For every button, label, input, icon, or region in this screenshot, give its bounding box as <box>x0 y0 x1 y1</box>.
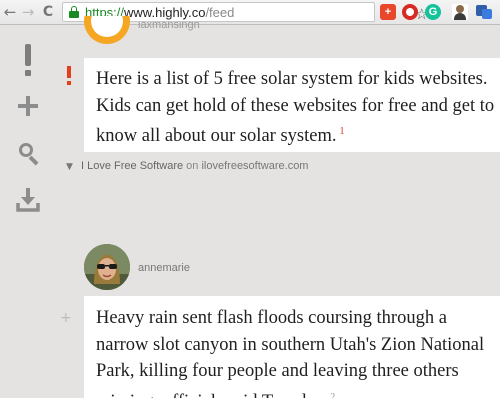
source-line: ▼ I Love Free Software on ilovefreesoftwa… <box>66 160 308 172</box>
url-host: www.highly.co <box>124 5 206 20</box>
download-icon[interactable] <box>14 186 42 214</box>
highlight-count[interactable]: 2 <box>330 392 335 398</box>
username[interactable]: annemarie <box>138 262 190 274</box>
highlight-text: Here is a list of 5 free solar system fo… <box>96 66 500 150</box>
highlight-marker-icon <box>66 66 72 86</box>
add-icon[interactable]: + <box>60 310 72 326</box>
avatar[interactable] <box>84 244 130 290</box>
avatar[interactable] <box>84 16 130 46</box>
source-title[interactable]: I Love Free Software <box>81 160 183 172</box>
username[interactable]: laxmansingh <box>138 22 200 32</box>
translate-icon[interactable] <box>476 4 492 20</box>
forward-button[interactable]: → <box>20 3 36 21</box>
source-domain[interactable]: ilovefreesoftware.com <box>201 160 308 172</box>
exclamation-icon[interactable] <box>14 44 42 76</box>
adblock-icon[interactable] <box>402 4 418 20</box>
plus-icon[interactable] <box>14 92 42 120</box>
reload-button[interactable]: C <box>40 3 56 21</box>
url-path: /feed <box>205 5 235 20</box>
search-icon[interactable] <box>14 140 42 166</box>
highlight-count[interactable]: 1 <box>339 126 344 137</box>
user-avatar-icon[interactable] <box>452 4 468 20</box>
plus-extension-icon[interactable]: + <box>380 4 396 20</box>
highlight-text-body: Heavy rain sent flash floods coursing th… <box>96 308 485 398</box>
browser-toolbar: ← → C https://www.highly.co/feed ☆ + G <box>0 0 500 25</box>
grammarly-icon[interactable]: G <box>425 4 441 20</box>
chevron-down-icon[interactable]: ▼ <box>66 162 76 172</box>
highlight-card[interactable]: Here is a list of 5 free solar system fo… <box>84 58 500 152</box>
lock-icon <box>69 6 79 18</box>
highlight-text-body: Here is a list of 5 free solar system fo… <box>96 69 495 147</box>
source-separator: on <box>186 160 199 172</box>
highlight-card[interactable]: Heavy rain sent flash floods coursing th… <box>84 296 500 398</box>
back-button[interactable]: ← <box>2 3 18 21</box>
highlight-text: Heavy rain sent flash floods coursing th… <box>96 305 500 398</box>
